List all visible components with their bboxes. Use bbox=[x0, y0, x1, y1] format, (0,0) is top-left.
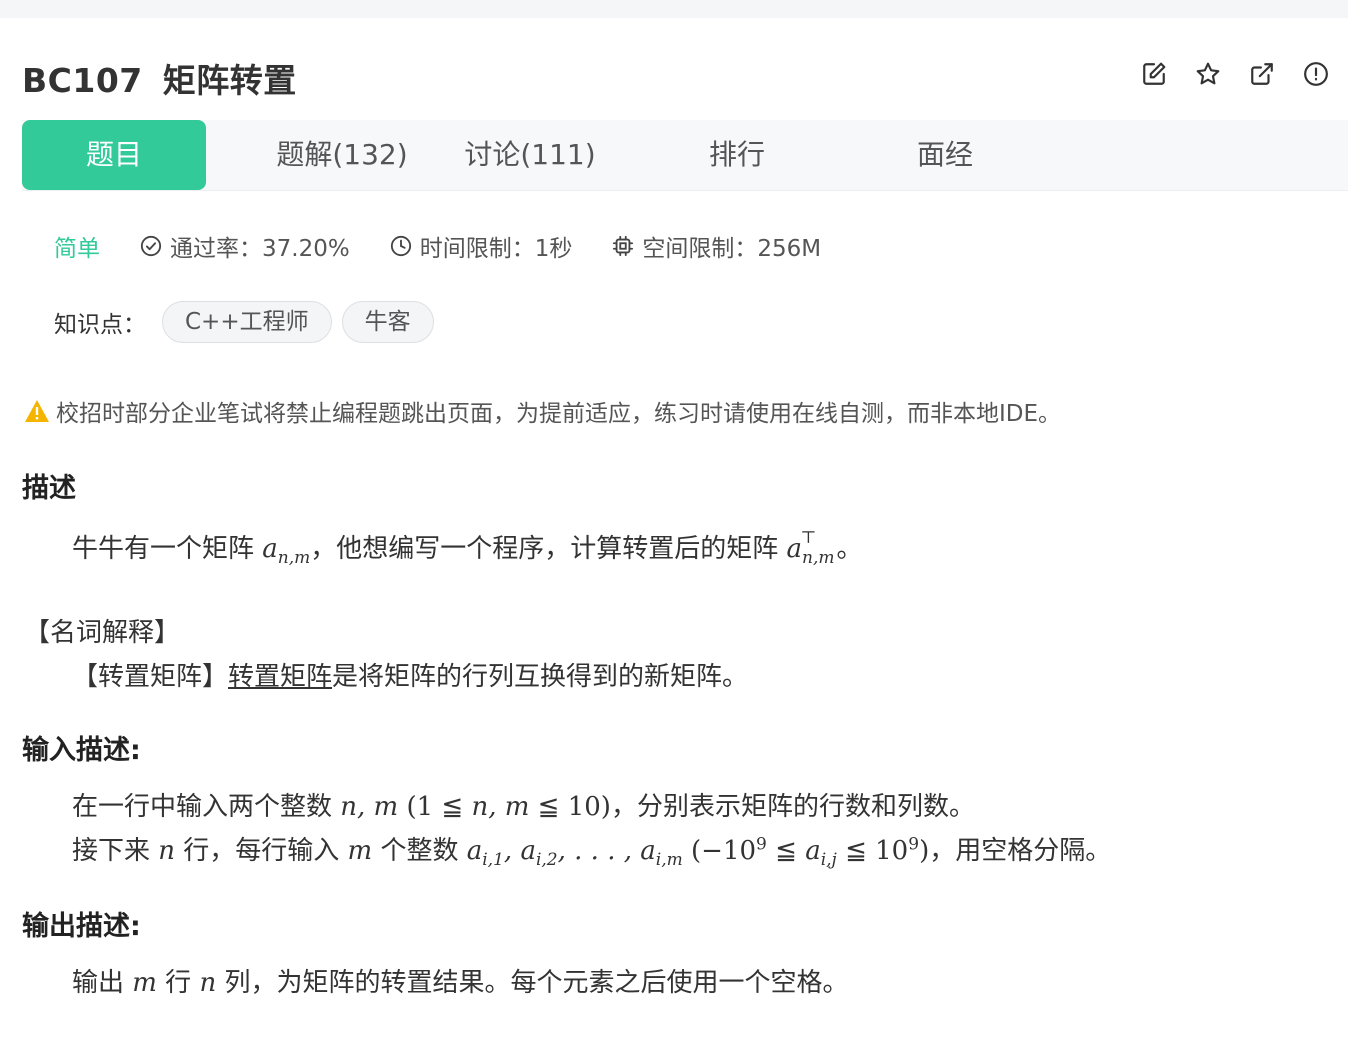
report-icon[interactable] bbox=[1302, 60, 1330, 88]
elements-formula: ai,1, ai,2, . . . , ai,m (−109 ≦ ai,j ≦ … bbox=[466, 834, 930, 871]
glossary-definition: 【转置矩阵】转置矩阵是将矩阵的行列互换得到的新矩阵。 bbox=[72, 662, 749, 692]
description-text: 牛牛有一个矩阵 an,m，他想编写一个程序，计算转置后的矩阵 an,m⊤。 bbox=[72, 528, 863, 569]
problem-code: BC107 bbox=[22, 61, 143, 100]
chip-icon bbox=[613, 235, 634, 257]
input-line-1: 在一行中输入两个整数 n, m (1 ≦ n, m ≦ 10)，分别表示矩阵的行… bbox=[72, 792, 975, 822]
warning-text: 校招时部分企业笔试将禁止编程题跳出页面，为提前适应，练习时请使用在线自测，而非本… bbox=[56, 401, 1062, 427]
check-circle-icon bbox=[140, 235, 162, 257]
tag-nowcoder[interactable]: 牛客 bbox=[341, 301, 434, 343]
tab-ranking[interactable]: 排行 bbox=[682, 120, 792, 190]
matrix-a-transpose-formula: an,m⊤ bbox=[786, 528, 835, 569]
matrix-a-formula: an,m bbox=[262, 534, 311, 569]
header-actions bbox=[1140, 60, 1330, 88]
pass-rate: 通过率：37.20% bbox=[140, 229, 350, 263]
problem-meta: 简单 通过率：37.20% 时间限制：1秒 空间限制：256M bbox=[54, 228, 861, 264]
tag-cpp-engineer[interactable]: C++工程师 bbox=[162, 301, 332, 343]
input-range-formula: n, m (1 ≦ n, m ≦ 10) bbox=[340, 792, 611, 822]
star-icon[interactable] bbox=[1194, 60, 1222, 88]
tab-problem[interactable]: 题目 bbox=[22, 120, 206, 190]
output-heading: 输出描述: bbox=[22, 911, 141, 942]
difficulty-badge: 简单 bbox=[54, 236, 100, 262]
warning-icon bbox=[25, 400, 49, 422]
description-heading: 描述 bbox=[22, 473, 76, 504]
input-line-2: 接下来 n 行，每行输入 m 个整数 ai,1, ai,2, . . . , a… bbox=[72, 834, 1112, 871]
edit-icon[interactable] bbox=[1140, 60, 1168, 88]
exam-warning: 校招时部分企业笔试将禁止编程题跳出页面，为提前适应，练习时请使用在线自测，而非本… bbox=[24, 394, 1061, 428]
time-limit-text: 时间限制：1秒 bbox=[419, 236, 573, 262]
space-limit-text: 空间限制：256M bbox=[642, 236, 822, 262]
tab-discussion[interactable]: 讨论(111) bbox=[452, 120, 608, 190]
time-limit: 时间限制：1秒 bbox=[390, 229, 573, 263]
tab-solutions[interactable]: 题解(132) bbox=[252, 120, 432, 190]
knowledge-points: 知识点： C++工程师 牛客 bbox=[54, 300, 434, 344]
pass-rate-text: 通过率：37.20% bbox=[170, 236, 350, 262]
clock-icon bbox=[390, 235, 411, 257]
share-icon[interactable] bbox=[1248, 60, 1276, 88]
tab-bar: 题目 题解(132) 讨论(111) 排行 面经 bbox=[22, 120, 1348, 191]
knowledge-label: 知识点： bbox=[54, 312, 146, 338]
transpose-matrix-link[interactable]: 转置矩阵 bbox=[228, 662, 332, 692]
output-description: 输出 m 行 n 列，为矩阵的转置结果。每个元素之后使用一个空格。 bbox=[72, 968, 849, 998]
top-strip bbox=[0, 0, 1348, 18]
input-heading: 输入描述: bbox=[22, 735, 141, 766]
tab-interview[interactable]: 面经 bbox=[890, 120, 1000, 190]
problem-title: BC107 矩阵转置 bbox=[22, 54, 297, 102]
space-limit: 空间限制：256M bbox=[612, 229, 821, 263]
problem-name: 矩阵转置 bbox=[162, 61, 297, 100]
glossary-heading: 【名词解释】 bbox=[24, 618, 181, 648]
